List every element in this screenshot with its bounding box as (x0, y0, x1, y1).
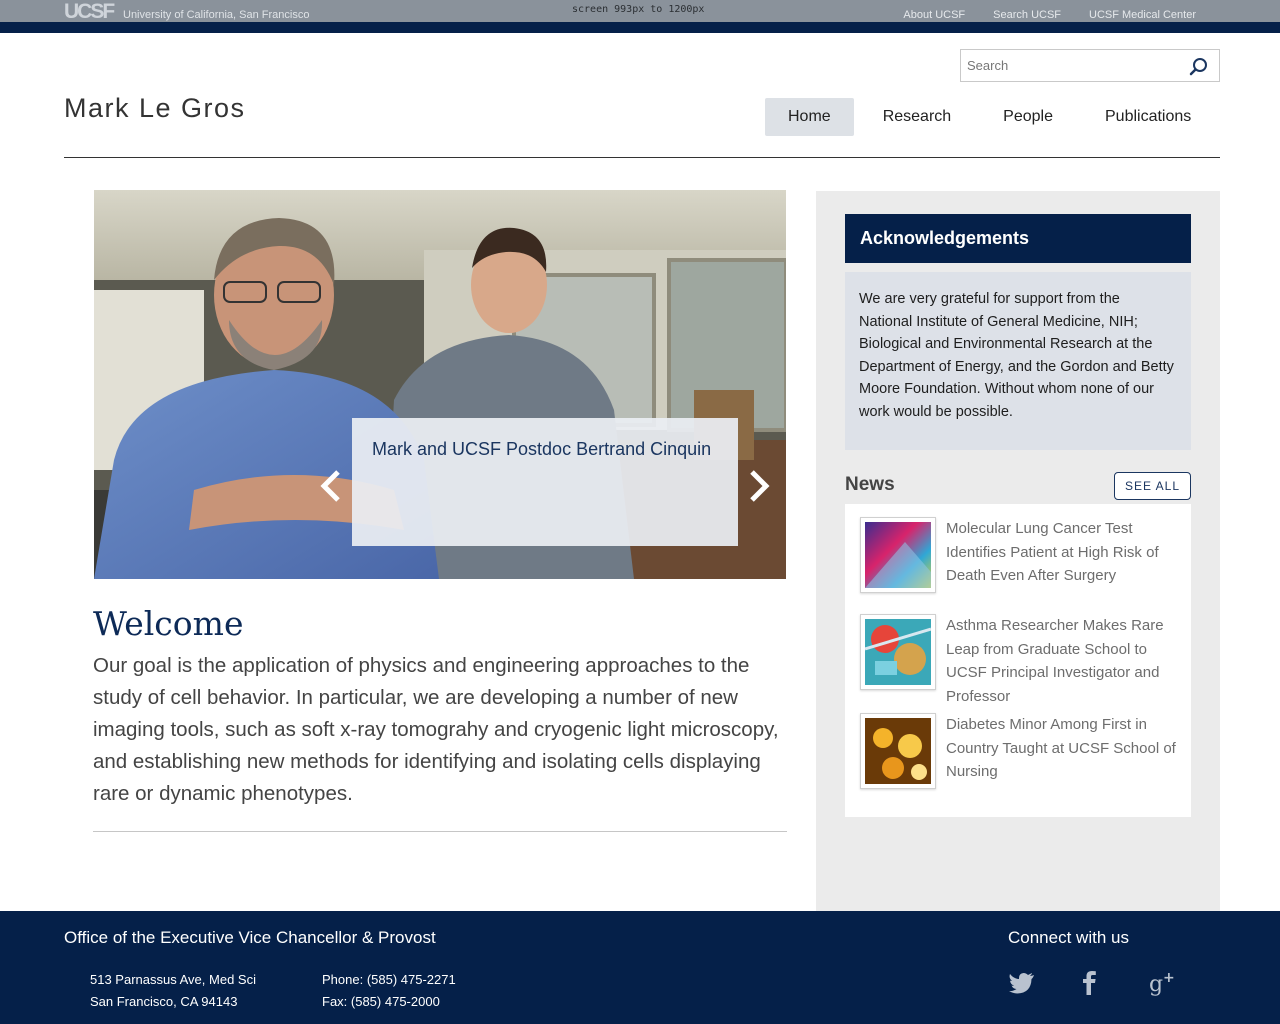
acknowledgements-heading: Acknowledgements (845, 214, 1191, 263)
news-link-2[interactable]: Asthma Researcher Makes Rare Leap from G… (946, 614, 1176, 708)
news-heading: News (845, 474, 895, 495)
facebook-icon[interactable] (1074, 967, 1104, 997)
fax-number: Fax: (585) 475-2000 (322, 994, 440, 1009)
hero-caption-text: Mark and UCSF Postdoc Bertrand Cinquin (372, 439, 712, 459)
carousel-next-icon[interactable] (746, 468, 772, 504)
news-link-1[interactable]: Molecular Lung Cancer Test Identifies Pa… (946, 517, 1176, 588)
phone-number: Phone: (585) 475-2271 (322, 972, 456, 987)
footer-office-title: Office of the Executive Vice Chancellor … (64, 928, 436, 947)
carousel-prev-icon[interactable] (318, 468, 344, 504)
utility-bar-stripe (0, 22, 1280, 33)
news-list: Molecular Lung Cancer Test Identifies Pa… (845, 504, 1191, 817)
welcome-divider (93, 831, 787, 832)
header-divider (64, 157, 1220, 158)
welcome-text: Our goal is the application of physics a… (93, 654, 779, 805)
ucsf-logo[interactable]: UCSF (64, 1, 115, 24)
search-form (960, 49, 1220, 82)
main-nav: Home Research People Publications (765, 98, 1215, 136)
university-name: University of California, San Francisco (123, 9, 310, 21)
nav-people[interactable]: People (977, 98, 1079, 136)
news-thumbnail-1[interactable] (860, 517, 936, 593)
utility-links: About UCSF Search UCSF UCSF Medical Cent… (903, 9, 1196, 21)
address-line-1: 513 Parnassus Ave, Med Sci (90, 972, 256, 987)
hero-carousel[interactable]: Mark and UCSF Postdoc Bertrand Cinquin (94, 190, 786, 579)
google-plus-icon[interactable]: g + (1147, 967, 1177, 997)
search-ucsf-link[interactable]: Search UCSF (993, 9, 1061, 21)
screen-size-note: screen 993px to 1200px (572, 4, 705, 15)
acknowledgements-text: We are very grateful for support from th… (845, 272, 1191, 450)
twitter-icon[interactable] (1007, 967, 1037, 997)
connect-heading: Connect with us (1008, 928, 1129, 947)
address-line-2: San Francisco, CA 94143 (90, 994, 238, 1009)
medical-center-link[interactable]: UCSF Medical Center (1089, 9, 1196, 21)
nav-home[interactable]: Home (765, 98, 854, 136)
news-thumbnail-2[interactable] (860, 614, 936, 690)
svg-text:g: g (1149, 972, 1163, 997)
welcome-heading: Welcome (93, 604, 244, 643)
footer: Office of the Executive Vice Chancellor … (0, 911, 1280, 1024)
search-input[interactable] (961, 50, 1181, 81)
svg-text:+: + (1163, 970, 1175, 986)
search-icon[interactable] (1189, 57, 1209, 77)
footer-contact: Phone: (585) 475-2271 Fax: (585) 475-200… (322, 969, 456, 1013)
hero-caption: Mark and UCSF Postdoc Bertrand Cinquin (352, 418, 738, 546)
site-title[interactable]: Mark Le Gros (64, 93, 246, 124)
news-thumbnail-3[interactable] (860, 713, 936, 789)
news-link-3[interactable]: Diabetes Minor Among First in Country Ta… (946, 713, 1176, 784)
nav-publications[interactable]: Publications (1079, 98, 1215, 136)
about-ucsf-link[interactable]: About UCSF (903, 9, 965, 21)
see-all-news-button[interactable]: SEE ALL (1114, 472, 1191, 500)
footer-address: 513 Parnassus Ave, Med Sci San Francisco… (90, 969, 256, 1013)
nav-research[interactable]: Research (854, 98, 977, 136)
